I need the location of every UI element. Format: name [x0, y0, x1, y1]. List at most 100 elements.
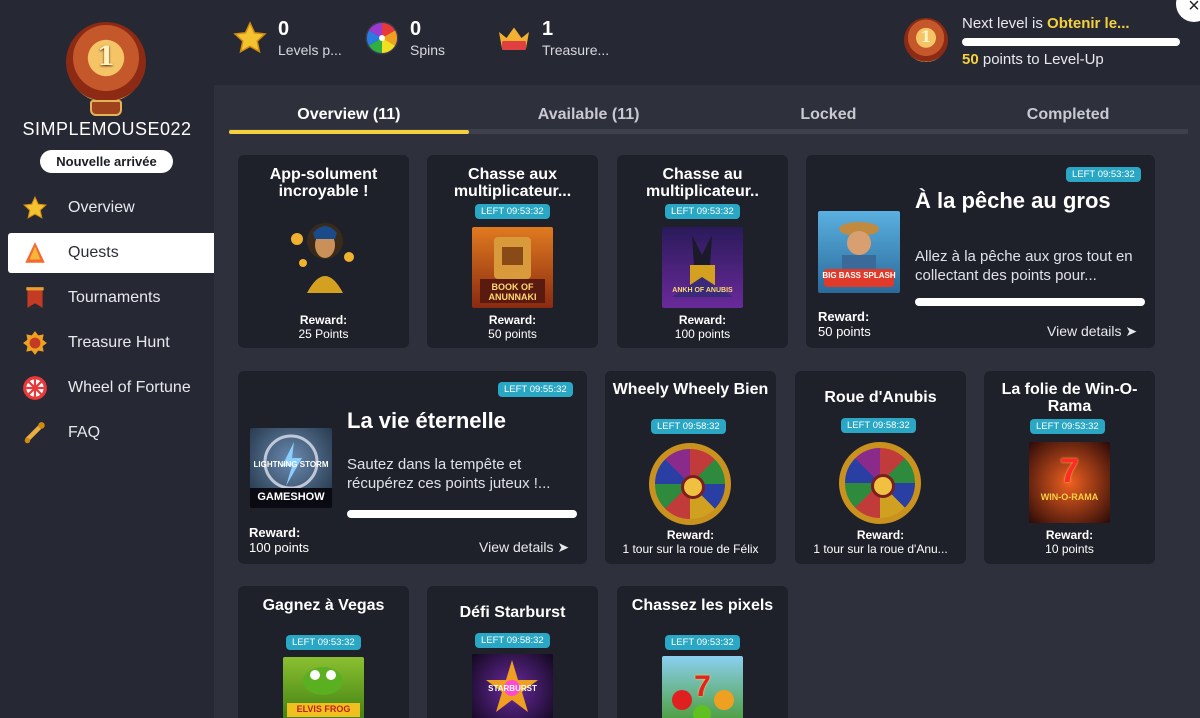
sidebar-item-faq[interactable]: FAQ	[8, 413, 214, 453]
banner-icon	[22, 285, 48, 311]
reward-value: 1 tour sur la roue d'Anu...	[813, 542, 948, 556]
reward-value: 50 points	[818, 324, 871, 339]
quest-reward: Reward: 50 points	[427, 313, 598, 341]
reward-label: Reward:	[1045, 528, 1094, 542]
quest-title: Gagnez à Vegas	[262, 597, 385, 614]
sidebar-item-label: Overview	[68, 199, 135, 216]
next-level-prefix: Next level is	[962, 15, 1043, 32]
thumbnail-title: ANKH OF ANUBIS	[672, 287, 733, 294]
quest-card[interactable]: Chasse aux multiplicateur... LEFT 09:53:…	[427, 155, 598, 348]
stat-label: Levels p...	[278, 42, 342, 58]
star-icon	[232, 20, 268, 56]
thumbnail-title: 7	[694, 670, 711, 703]
tab-completed[interactable]: Completed	[948, 96, 1188, 129]
quest-card[interactable]: Gagnez à Vegas LEFT 09:53:32 ELVIS FROG	[238, 586, 409, 718]
quest-title: La folie de Win-O-Rama	[1001, 381, 1138, 415]
wheel-icon	[22, 375, 48, 401]
status-badge: Nouvelle arrivée	[40, 150, 173, 173]
quest-card[interactable]: La folie de Win-O-Rama LEFT 09:53:32 7 W…	[984, 371, 1155, 564]
quest-card[interactable]: Wheely Wheely Bien LEFT 09:58:32 Reward:…	[605, 371, 776, 564]
next-level-text: Next level is Obtenir le...	[962, 15, 1130, 32]
points-suffix: points to Level-Up	[982, 51, 1104, 68]
quest-card-featured[interactable]: LEFT 09:53:32 BIG BASS SPLASH À la pêche…	[806, 155, 1155, 348]
sidebar-item-treasure-hunt[interactable]: Treasure Hunt	[8, 323, 214, 363]
tab-bar: Overview (11) Available (11) Locked Comp…	[229, 96, 1188, 134]
quest-title: App-solument incroyable !	[269, 166, 378, 200]
seven-icon: 7	[1060, 452, 1079, 490]
quest-thumbnail: STARBURST	[472, 654, 553, 718]
reward-value: 100 points	[674, 327, 731, 341]
reward-value: 100 points	[249, 540, 309, 555]
quest-title: Chassez les pixels	[631, 597, 774, 614]
quest-reward: Reward: 1 tour sur la roue d'Anu...	[795, 528, 966, 556]
thumbnail-title: BIG BASS SPLASH	[822, 271, 896, 280]
stat-value: 0	[278, 18, 290, 40]
arrow-right-icon: ➤	[557, 539, 570, 555]
quest-thumbnail: ANKH OF ANUBIS	[662, 227, 743, 308]
scroll-icon	[22, 420, 48, 446]
tab-available[interactable]: Available (11)	[469, 96, 709, 129]
tab-overview[interactable]: Overview (11)	[229, 96, 469, 134]
sidebar-item-label: Tournaments	[68, 289, 161, 306]
quest-card[interactable]: Roue d'Anubis LEFT 09:58:32 Reward: 1 to…	[795, 371, 966, 564]
thumbnail-title: WIN-O-RAMA	[1040, 492, 1099, 502]
close-button[interactable]: ×	[1176, 0, 1200, 22]
arrow-right-icon: ➤	[1125, 323, 1138, 339]
quest-card[interactable]: Défi Starburst LEFT 09:58:32 STARBURST	[427, 586, 598, 718]
crown-icon	[496, 20, 532, 56]
sidebar-nav: Overview Quests Tournaments Treasure Hun…	[8, 188, 214, 458]
color-wheel-icon	[364, 20, 400, 56]
sidebar-item-label: Treasure Hunt	[68, 334, 170, 351]
sidebar-item-quests[interactable]: Quests	[8, 233, 214, 273]
points-to-level: 50 points to Level-Up	[962, 51, 1104, 68]
quest-card[interactable]: Chasse au multiplicateur.. LEFT 09:53:32…	[617, 155, 788, 348]
tab-locked[interactable]: Locked	[709, 96, 949, 129]
quest-title: La vie éternelle	[347, 408, 506, 433]
reward-label: Reward:	[856, 528, 905, 542]
sidebar-item-overview[interactable]: Overview	[8, 188, 214, 228]
quest-title: Défi Starburst	[459, 604, 566, 621]
level-progress-bar	[962, 38, 1180, 46]
reward-label: Reward:	[488, 313, 537, 327]
stat-label: Treasure...	[542, 42, 610, 58]
quest-title: Roue d'Anubis	[824, 389, 937, 406]
header: 0 Levels p... 0 Spins 1 Treasure... 1 Ne…	[214, 0, 1200, 85]
sidebar-item-tournaments[interactable]: Tournaments	[8, 278, 214, 318]
sidebar: 1 SIMPLEMOUSE022 Nouvelle arrivée Overvi…	[0, 0, 214, 718]
quest-card[interactable]: App-solument incroyable ! Reward: 25 Poi…	[238, 155, 409, 348]
quest-thumbnail	[285, 211, 363, 293]
reward-label: Reward:	[678, 313, 727, 327]
avatar-stand	[90, 100, 122, 116]
stat-value: 1	[542, 18, 554, 40]
sidebar-item-wheel-of-fortune[interactable]: Wheel of Fortune	[8, 368, 214, 408]
quest-card[interactable]: Chassez les pixels LEFT 09:53:32 7	[617, 586, 788, 718]
reward-value: 10 points	[1045, 542, 1094, 556]
quest-reward: Reward: 100 points	[617, 313, 788, 341]
level-number: 1	[96, 42, 116, 72]
thumbnail-title: ELVIS FROG	[296, 704, 351, 714]
time-left-badge: LEFT 09:53:32	[1030, 419, 1105, 434]
quest-card-featured[interactable]: LEFT 09:55:32 LIGHTNING STORM GAMESHOW L…	[238, 371, 587, 564]
level-number: 1	[920, 27, 932, 46]
quest-description: Allez à la pêche aux gros tout en collec…	[915, 248, 1133, 284]
sidebar-item-label: Quests	[68, 244, 119, 261]
reward-label: Reward:	[299, 313, 348, 327]
reward-label: Reward:	[249, 525, 301, 540]
points-needed: 50	[962, 51, 979, 68]
view-details-label: View details	[1047, 323, 1122, 339]
stat-spins: 0 Spins	[364, 18, 445, 58]
view-details-link[interactable]: View details ➤	[1047, 323, 1137, 340]
quest-progress-bar	[347, 510, 577, 518]
time-left-badge: LEFT 09:53:32	[665, 635, 740, 650]
time-left-badge: LEFT 09:53:32	[475, 204, 550, 219]
sidebar-item-label: FAQ	[68, 424, 101, 441]
quest-reward: Reward: 100 points	[249, 525, 309, 555]
username: SIMPLEMOUSE022	[22, 119, 192, 139]
quest-thumbnail: LIGHTNING STORM GAMESHOW	[250, 428, 332, 508]
quest-title: À la pêche au gros	[915, 188, 1111, 213]
thumbnail-title: BOOK OF ANUNNAKI	[488, 282, 537, 302]
view-details-link[interactable]: View details ➤	[479, 539, 569, 556]
reward-label: Reward:	[818, 309, 870, 324]
reward-value: 25 Points	[298, 327, 349, 341]
quest-thumbnail: ELVIS FROG	[283, 657, 364, 718]
